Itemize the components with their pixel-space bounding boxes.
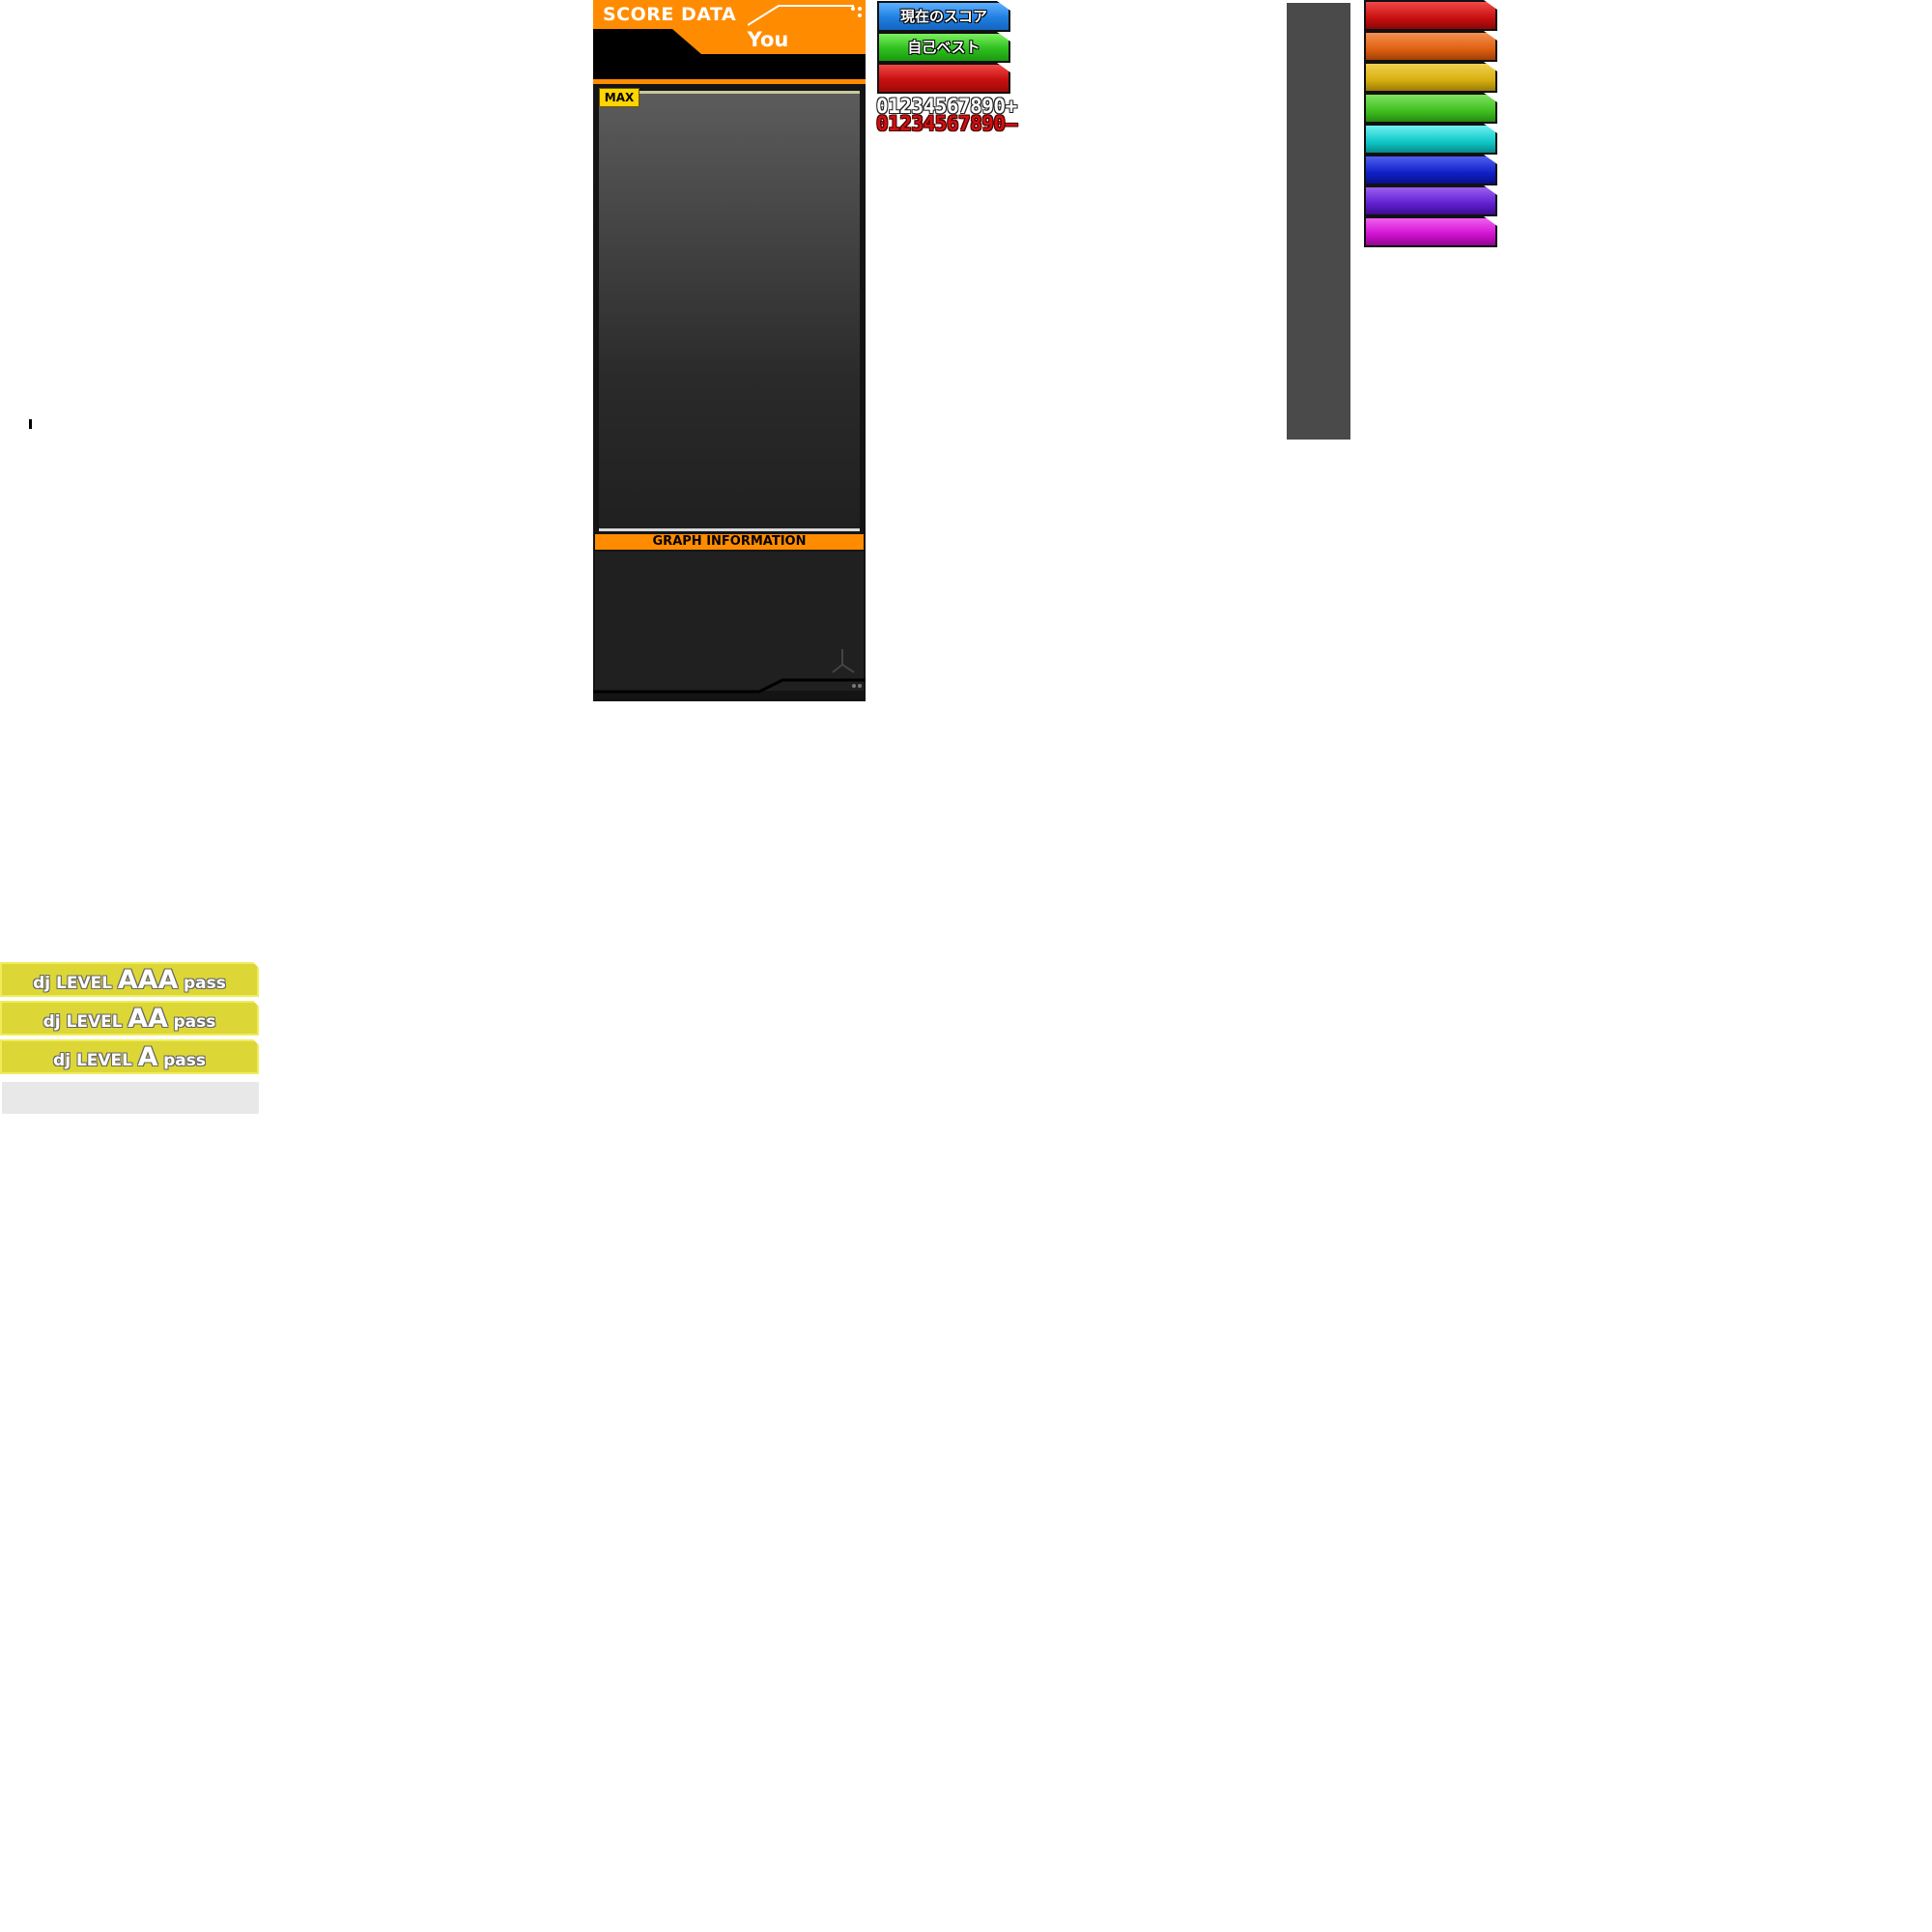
color-tab-purple[interactable] [1364, 185, 1497, 216]
header-divider [593, 79, 866, 84]
dj-level-suffix: pass [183, 974, 226, 993]
dots-icon [851, 7, 862, 17]
dj-level-suffix: pass [163, 1051, 206, 1070]
player-name: You [747, 28, 789, 51]
dj-level-aaa-pass: dj LEVEL AAA pass [0, 962, 259, 997]
tick-mark [29, 419, 32, 429]
dj-level-a-pass: dj LEVEL A pass [0, 1039, 259, 1074]
max-badge: MAX [599, 88, 639, 107]
current-score-button[interactable]: 現在のスコア [877, 1, 1010, 32]
color-tab-orange[interactable] [1364, 31, 1497, 62]
dj-level-prefix: dj LEVEL [43, 1012, 123, 1032]
graph-baseline [599, 528, 860, 531]
red-tab-button[interactable] [877, 63, 1010, 94]
color-tab-blue[interactable] [1364, 155, 1497, 185]
score-graph-area [599, 91, 860, 530]
graph-information-header: GRAPH INFORMATION [595, 534, 864, 550]
dj-level-grade: AA [128, 1004, 168, 1034]
color-tab-green[interactable] [1364, 93, 1497, 124]
dj-level-empty-slot [2, 1082, 259, 1114]
dj-level-prefix: dj LEVEL [53, 1051, 132, 1070]
digit-sheet-red: 01234567890– [876, 112, 1017, 135]
color-tab-cyan[interactable] [1364, 124, 1497, 155]
dj-level-aa-pass: dj LEVEL AA pass [0, 1001, 259, 1036]
dj-level-prefix: dj LEVEL [33, 974, 113, 993]
color-tab-red[interactable] [1364, 0, 1497, 31]
panel-footer-deco [593, 649, 866, 694]
color-tab-yellow[interactable] [1364, 62, 1497, 93]
color-tab-magenta[interactable] [1364, 216, 1497, 247]
header-deco-line [748, 5, 854, 26]
personal-best-button[interactable]: 自己ベスト [877, 32, 1010, 63]
dj-level-grade: A [137, 1042, 158, 1072]
score-data-panel: SCORE DATA You MAX GRAPH INFORMATION [593, 0, 866, 701]
dj-level-suffix: pass [173, 1012, 216, 1032]
dj-level-grade: AAA [117, 965, 179, 995]
grey-gauge-bar [1287, 3, 1350, 440]
panel-title: SCORE DATA [603, 4, 737, 25]
